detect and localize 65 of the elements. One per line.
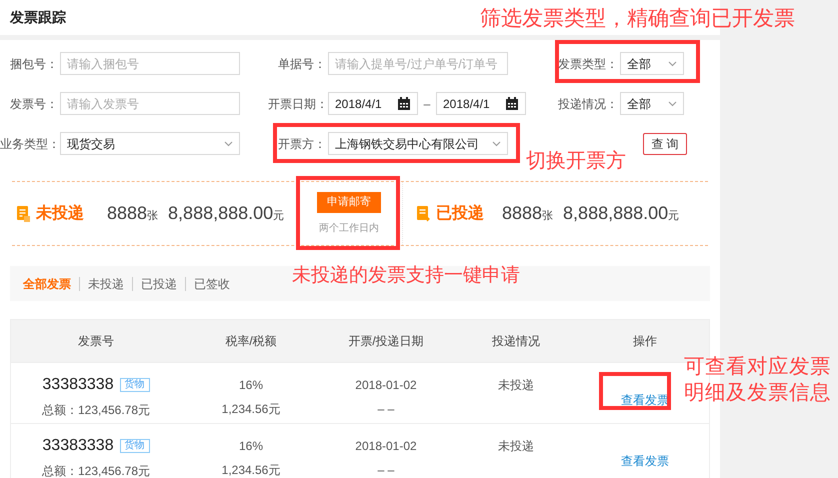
- annotation-text: 切换开票方: [526, 149, 626, 174]
- delivery-status: 未投递: [498, 438, 534, 455]
- dropdown-field[interactable]: 全部: [620, 92, 684, 115]
- document-icon: [17, 206, 30, 222]
- invoice-count: 8888张: [502, 202, 554, 225]
- invoice-number: 33383338: [42, 375, 114, 395]
- field-label: 发票号：: [9, 96, 59, 112]
- invoice-number: 33383338: [42, 436, 114, 456]
- invoice-amount: 8,888,888.00元: [563, 202, 680, 225]
- tax-amount: 1,234.56元: [222, 401, 280, 418]
- input-field[interactable]: 请输入捆包号: [60, 52, 240, 75]
- issue-date: 2018-01-02: [355, 438, 417, 455]
- column-header: 操作: [633, 333, 657, 350]
- date-separator: –: [422, 96, 432, 112]
- chevron-down-icon: [492, 140, 501, 146]
- calendar-icon: [397, 96, 411, 110]
- field-label: 业务类型：: [0, 136, 60, 152]
- dropdown-field[interactable]: 现货交易: [60, 132, 240, 155]
- annotation-text: 筛选发票类型，精确查询已开发票: [480, 5, 795, 32]
- category-tag: 货物: [120, 378, 150, 392]
- dropdown-field[interactable]: 上海钢铁交易中心有限公司: [328, 132, 508, 155]
- field-label: 单据号：: [277, 56, 327, 72]
- calendar-icon: [505, 96, 519, 110]
- invoice-count: 8888张: [107, 202, 158, 225]
- column-header: 投递情况: [492, 333, 540, 350]
- invoice-amount: 8,888,888.00元: [168, 202, 284, 225]
- chevron-down-icon: [224, 140, 233, 146]
- field-label: 投递情况：: [557, 96, 619, 112]
- filter-tab[interactable]: 已签收: [185, 276, 238, 290]
- mail-note: 两个工作日内: [319, 222, 379, 236]
- delivery-status: 未投递: [498, 377, 534, 394]
- column-header: 发票号: [78, 333, 114, 350]
- column-header: 开票/投递日期: [348, 333, 424, 350]
- page-title: 发票跟踪: [10, 8, 66, 27]
- date-field[interactable]: 2018/4/1: [328, 92, 418, 115]
- total-amount: 总额：123,456.78元: [42, 463, 150, 478]
- tax-rate: 16%: [238, 377, 264, 394]
- annotation-text: 可查看对应发票明细及发票信息: [684, 354, 832, 406]
- tax-amount: 1,234.56元: [222, 462, 280, 478]
- delivery-date: – –: [378, 401, 394, 418]
- highlight-frame: [599, 372, 671, 410]
- date-field[interactable]: 2018/4/1: [436, 92, 526, 115]
- total-amount: 总额：123,456.78元: [42, 402, 150, 419]
- document-icon: [417, 206, 430, 222]
- column-header: 税率/税额: [225, 333, 277, 350]
- view-invoice-link[interactable]: 查看发票: [621, 452, 669, 470]
- chevron-down-icon: [668, 60, 677, 66]
- field-label: 捆包号：: [9, 56, 59, 72]
- tax-rate: 16%: [238, 438, 264, 455]
- input-field[interactable]: 请输入提单号/过户单号/订单号: [328, 52, 508, 75]
- annotation-text: 未投递的发票支持一键申请: [292, 264, 520, 288]
- chevron-down-icon: [668, 100, 677, 106]
- filter-tab[interactable]: 已投递: [132, 276, 185, 290]
- input-field[interactable]: 请输入发票号: [60, 92, 240, 115]
- status-label: 未投递: [36, 203, 84, 224]
- dropdown-field[interactable]: 全部: [620, 52, 684, 75]
- query-button[interactable]: 查 询: [643, 132, 687, 154]
- field-label: 发票类型：: [557, 56, 619, 72]
- field-label: 开票日期：: [268, 96, 328, 112]
- category-tag: 货物: [120, 439, 150, 453]
- delivery-date: – –: [378, 462, 394, 478]
- issue-date: 2018-01-02: [355, 377, 417, 394]
- status-label: 已投递: [436, 203, 484, 224]
- filter-tab[interactable]: 未投递: [79, 276, 132, 290]
- field-label: 开票方：: [277, 136, 327, 152]
